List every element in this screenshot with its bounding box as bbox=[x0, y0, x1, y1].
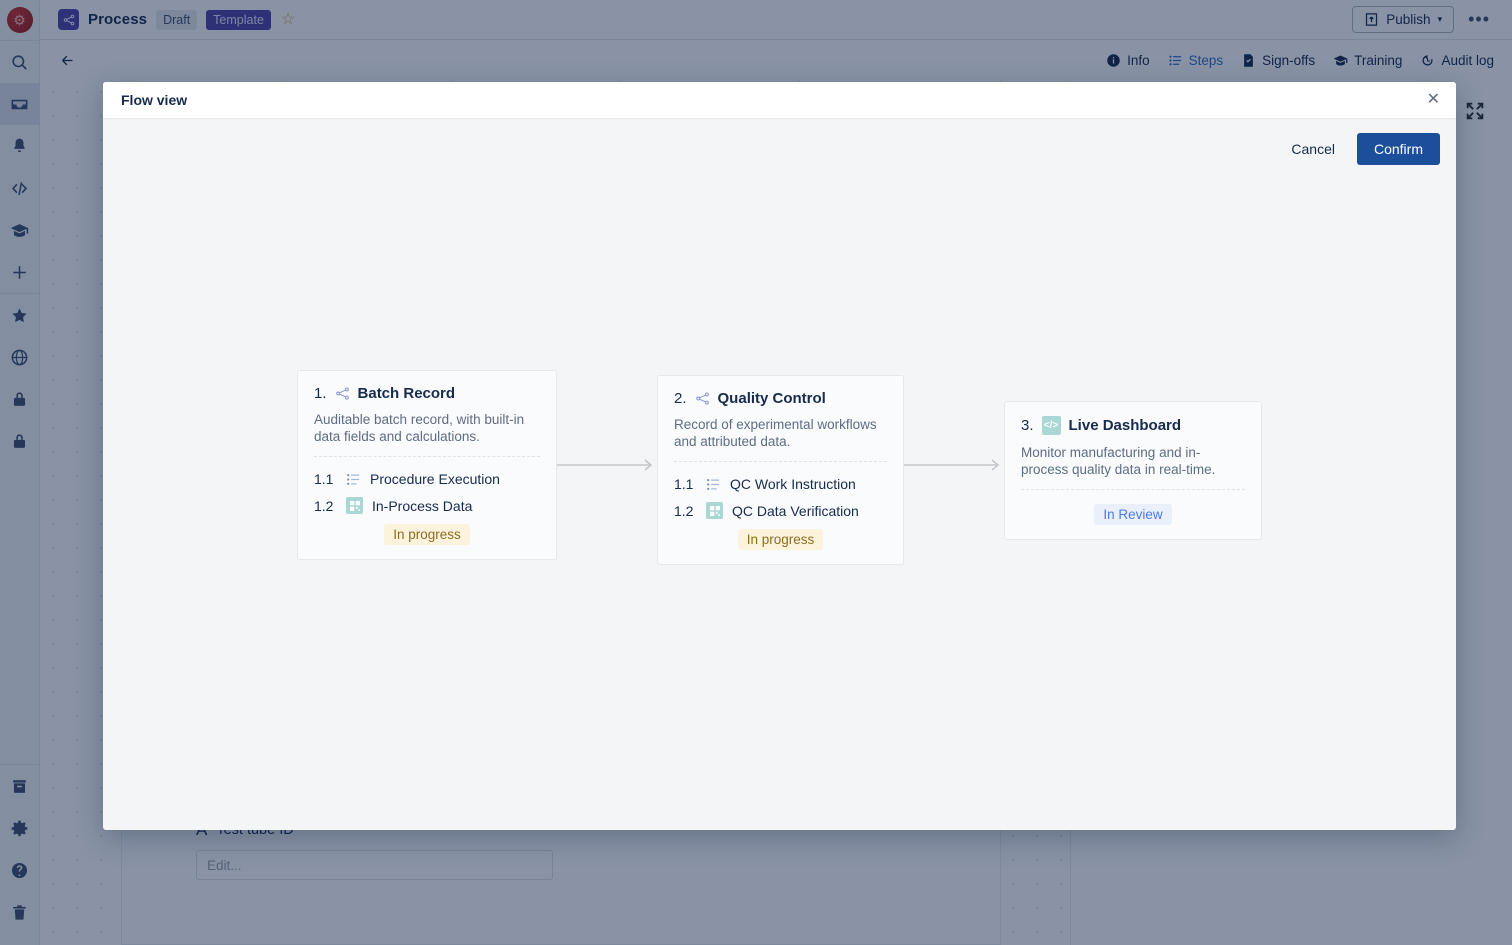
right-arrow-icon bbox=[557, 458, 657, 472]
status-badge: In progress bbox=[737, 529, 824, 550]
divider bbox=[674, 461, 887, 462]
list-steps-icon bbox=[346, 472, 361, 487]
divider bbox=[314, 456, 540, 457]
flow-column-2: 2. Quality Control Record of experimenta… bbox=[657, 375, 904, 565]
step-number: 1.1 bbox=[314, 471, 334, 487]
card-number: 3. bbox=[1021, 416, 1034, 434]
card-number: 1. bbox=[314, 385, 327, 402]
step-number: 1.2 bbox=[674, 502, 694, 519]
card-title: Batch Record bbox=[357, 385, 456, 402]
modal-actions: Cancel Confirm bbox=[103, 119, 1456, 165]
flow-step[interactable]: 1.2 In-Process Data bbox=[314, 492, 540, 519]
step-number: 1.1 bbox=[674, 476, 694, 492]
confirm-button[interactable]: Confirm bbox=[1356, 133, 1440, 165]
flow-node-icon bbox=[695, 391, 710, 406]
card-header: 1. Batch Record bbox=[314, 385, 540, 402]
divider bbox=[1021, 488, 1245, 490]
card-number: 2. bbox=[674, 390, 687, 407]
flow-diagram-area: 1. Batch Record Auditable batch record, … bbox=[103, 165, 1456, 830]
card-header: 2. Quality Control bbox=[674, 390, 887, 407]
step-name: In-Process Data bbox=[372, 497, 473, 514]
badge-row: In progress bbox=[314, 519, 540, 549]
badge-row: In progress bbox=[674, 524, 887, 554]
close-icon[interactable]: ✕ bbox=[1427, 92, 1440, 108]
step-name: QC Data Verification bbox=[732, 502, 859, 519]
flow-card-quality-control[interactable]: 2. Quality Control Record of experimenta… bbox=[657, 375, 904, 565]
step-number: 1.2 bbox=[314, 497, 334, 514]
step-name: QC Work Instruction bbox=[730, 476, 856, 492]
flow-view-modal: Flow view ✕ Cancel Confirm 1. Batch Reco… bbox=[103, 82, 1456, 830]
cancel-button[interactable]: Cancel bbox=[1279, 134, 1347, 164]
flow-step[interactable]: 1.1 QC Work Instruction bbox=[674, 471, 887, 497]
badge-row: In Review bbox=[1021, 499, 1245, 529]
modal-title: Flow view bbox=[121, 92, 188, 108]
modal-header: Flow view ✕ bbox=[103, 82, 1456, 119]
card-title: Live Dashboard bbox=[1068, 416, 1182, 434]
grid-data-icon bbox=[346, 497, 363, 514]
grid-data-icon bbox=[706, 502, 723, 519]
card-title: Quality Control bbox=[717, 390, 826, 407]
right-arrow-icon bbox=[904, 458, 1004, 472]
card-header: 3. </> Live Dashboard bbox=[1021, 415, 1245, 435]
step-name: Procedure Execution bbox=[370, 471, 500, 487]
status-badge: In progress bbox=[384, 524, 470, 545]
flow-card-live-dashboard[interactable]: 3. </> Live Dashboard Monitor manufactur… bbox=[1004, 400, 1262, 540]
list-steps-icon bbox=[706, 477, 721, 492]
status-badge: In Review bbox=[1094, 503, 1172, 525]
flow-card-batch-record[interactable]: 1. Batch Record Auditable batch record, … bbox=[297, 370, 557, 560]
flow-column-1: 1. Batch Record Auditable batch record, … bbox=[297, 370, 557, 560]
flow-node-icon bbox=[335, 386, 350, 401]
flow-row: 1. Batch Record Auditable batch record, … bbox=[103, 365, 1456, 565]
card-description: Monitor manufacturing and in-process qua… bbox=[1021, 444, 1216, 477]
flow-step[interactable]: 1.1 Procedure Execution bbox=[314, 466, 540, 492]
screen-root: Process Draft Template ☆ Publish ▾ ••• I… bbox=[0, 0, 1512, 945]
card-description: Auditable batch record, with built-in da… bbox=[314, 412, 525, 444]
code-dashboard-icon: </> bbox=[1041, 415, 1061, 435]
flow-step[interactable]: 1.2 QC Data Verification bbox=[674, 497, 887, 524]
expand-fullscreen-icon[interactable] bbox=[1464, 100, 1486, 122]
card-description: Record of experimental workflows and att… bbox=[674, 417, 877, 449]
flow-column-3: 3. </> Live Dashboard Monitor manufactur… bbox=[1004, 400, 1262, 540]
